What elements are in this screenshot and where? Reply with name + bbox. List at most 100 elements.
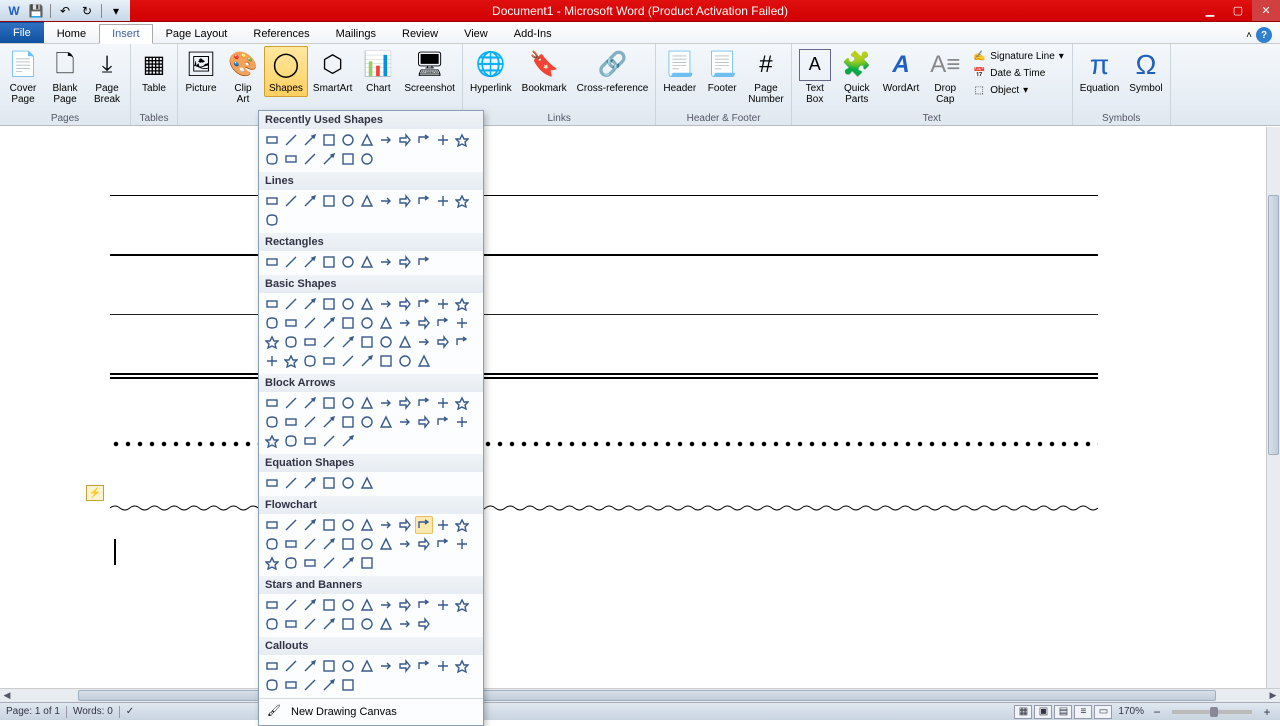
- shape-item[interactable]: [358, 295, 376, 313]
- shape-item[interactable]: [339, 432, 357, 450]
- scroll-left-icon[interactable]: ◀: [0, 690, 14, 702]
- maximize-button[interactable]: ▢: [1224, 0, 1252, 21]
- shape-item[interactable]: [415, 516, 433, 534]
- wordart-button[interactable]: AWordArt: [878, 46, 925, 97]
- shape-item[interactable]: [415, 295, 433, 313]
- page-break-button[interactable]: ⤓Page Break: [86, 46, 128, 108]
- shapes-button[interactable]: ◯Shapes: [264, 46, 308, 97]
- shape-item[interactable]: [263, 554, 281, 572]
- cross-reference-button[interactable]: 🔗Cross-reference: [572, 46, 654, 97]
- signature-line-button[interactable]: ✍Signature Line ▾: [970, 48, 1066, 64]
- object-button[interactable]: ⬚Object ▾: [970, 82, 1066, 98]
- status-proofing-icon[interactable]: ✓: [126, 706, 134, 717]
- horizontal-scrollbar[interactable]: ◀ ▶: [0, 688, 1280, 702]
- scroll-right-icon[interactable]: ▶: [1266, 690, 1280, 702]
- shape-item[interactable]: [301, 192, 319, 210]
- shape-item[interactable]: [358, 253, 376, 271]
- shape-item[interactable]: [320, 352, 338, 370]
- shape-item[interactable]: [358, 596, 376, 614]
- shape-item[interactable]: [282, 554, 300, 572]
- header-button[interactable]: 📃Header: [658, 46, 701, 97]
- shape-item[interactable]: [358, 352, 376, 370]
- equation-button[interactable]: πEquation: [1075, 46, 1124, 97]
- autocorrect-icon[interactable]: ⚡: [86, 485, 104, 501]
- shape-item[interactable]: [320, 474, 338, 492]
- shape-item[interactable]: [320, 554, 338, 572]
- shape-item[interactable]: [377, 192, 395, 210]
- shape-item[interactable]: [339, 295, 357, 313]
- shape-item[interactable]: [263, 432, 281, 450]
- shape-item[interactable]: [377, 516, 395, 534]
- shape-item[interactable]: [434, 516, 452, 534]
- quickparts-button[interactable]: 🧩Quick Parts: [836, 46, 878, 108]
- shape-item[interactable]: [415, 615, 433, 633]
- help-icon[interactable]: ?: [1256, 27, 1272, 43]
- shape-item[interactable]: [339, 535, 357, 553]
- shape-item[interactable]: [320, 253, 338, 271]
- zoom-slider[interactable]: [1172, 710, 1252, 714]
- document-area[interactable]: ⚡: [0, 127, 1266, 688]
- shape-item[interactable]: [301, 535, 319, 553]
- shape-item[interactable]: [377, 253, 395, 271]
- shape-item[interactable]: [396, 394, 414, 412]
- shape-item[interactable]: [282, 615, 300, 633]
- shape-item[interactable]: [320, 131, 338, 149]
- shape-item[interactable]: [301, 474, 319, 492]
- shape-item[interactable]: [358, 394, 376, 412]
- shape-item[interactable]: [358, 192, 376, 210]
- shape-item[interactable]: [396, 596, 414, 614]
- shape-item[interactable]: [339, 516, 357, 534]
- shape-item[interactable]: [282, 150, 300, 168]
- shape-item[interactable]: [396, 615, 414, 633]
- hyperlink-button[interactable]: 🌐Hyperlink: [465, 46, 517, 97]
- undo-button[interactable]: ↶: [55, 2, 75, 20]
- blank-page-button[interactable]: 🗋Blank Page: [44, 46, 86, 108]
- shape-item[interactable]: [263, 394, 281, 412]
- shape-item[interactable]: [415, 192, 433, 210]
- qat-customize-icon[interactable]: ▾: [106, 2, 126, 20]
- shape-item[interactable]: [263, 150, 281, 168]
- shape-item[interactable]: [339, 150, 357, 168]
- shape-item[interactable]: [358, 615, 376, 633]
- shape-item[interactable]: [263, 535, 281, 553]
- shape-item[interactable]: [453, 131, 471, 149]
- shape-item[interactable]: [282, 333, 300, 351]
- shape-item[interactable]: [453, 314, 471, 332]
- shape-item[interactable]: [358, 474, 376, 492]
- shape-item[interactable]: [263, 615, 281, 633]
- shape-item[interactable]: [358, 150, 376, 168]
- bookmark-button[interactable]: 🔖Bookmark: [517, 46, 572, 97]
- shape-item[interactable]: [263, 131, 281, 149]
- shape-item[interactable]: [453, 657, 471, 675]
- shape-item[interactable]: [339, 314, 357, 332]
- shape-item[interactable]: [358, 314, 376, 332]
- shape-item[interactable]: [339, 253, 357, 271]
- shape-item[interactable]: [434, 596, 452, 614]
- status-words[interactable]: Words: 0: [73, 706, 113, 717]
- shape-item[interactable]: [282, 131, 300, 149]
- shape-item[interactable]: [396, 314, 414, 332]
- chart-button[interactable]: 📊Chart: [357, 46, 399, 97]
- tab-references[interactable]: References: [240, 24, 322, 43]
- shape-item[interactable]: [282, 253, 300, 271]
- shape-item[interactable]: [282, 295, 300, 313]
- close-button[interactable]: ✕: [1252, 0, 1280, 21]
- shape-item[interactable]: [301, 150, 319, 168]
- shape-item[interactable]: [453, 535, 471, 553]
- shape-item[interactable]: [263, 352, 281, 370]
- shape-item[interactable]: [396, 413, 414, 431]
- shape-item[interactable]: [377, 314, 395, 332]
- shape-item[interactable]: [453, 596, 471, 614]
- view-print-layout-button[interactable]: ▦: [1014, 705, 1032, 719]
- shape-item[interactable]: [282, 657, 300, 675]
- tab-home[interactable]: Home: [44, 24, 99, 43]
- shape-item[interactable]: [320, 295, 338, 313]
- view-fullscreen-button[interactable]: ▣: [1034, 705, 1052, 719]
- zoom-level[interactable]: 170%: [1118, 706, 1144, 717]
- shape-item[interactable]: [339, 394, 357, 412]
- shape-item[interactable]: [339, 413, 357, 431]
- shape-item[interactable]: [377, 657, 395, 675]
- shape-item[interactable]: [301, 253, 319, 271]
- shape-item[interactable]: [434, 314, 452, 332]
- clipart-button[interactable]: 🎨Clip Art: [222, 46, 264, 108]
